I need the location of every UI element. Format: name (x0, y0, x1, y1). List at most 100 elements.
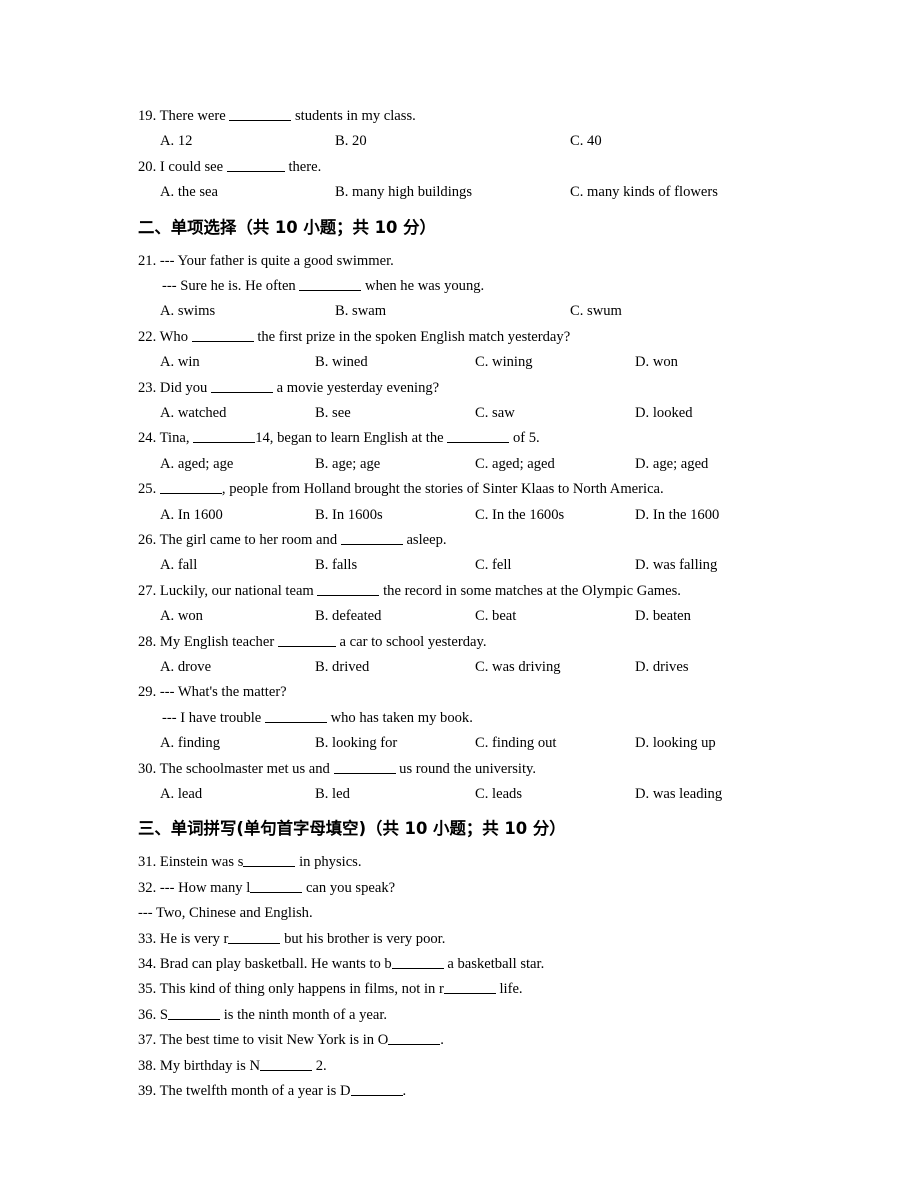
question-37: 37. The best time to visit New York is i… (138, 1028, 758, 1053)
answer-blank[interactable] (250, 879, 303, 893)
option-a[interactable]: A. the sea (160, 180, 218, 205)
option-d[interactable]: D. looking up (635, 731, 716, 756)
answer-blank[interactable] (191, 328, 254, 342)
stem-text-before: I could see (159, 158, 224, 175)
question-36: 36. S is the ninth month of a year. (138, 1003, 758, 1028)
option-b[interactable]: B. age; age (315, 452, 380, 477)
option-d[interactable]: D. was falling (635, 553, 717, 578)
stem-text-after: there. (288, 158, 322, 175)
question-21-line2: --- Sure he is. He often when he was you… (138, 274, 758, 299)
question-24-options: A. aged; age B. age; age C. aged; aged D… (138, 452, 758, 477)
answer-blank-2[interactable] (447, 429, 510, 444)
answer-blank[interactable] (388, 1031, 441, 1046)
answer-blank[interactable] (340, 531, 403, 545)
option-c[interactable]: C. beat (475, 604, 516, 629)
answer-blank[interactable] (333, 760, 396, 774)
option-b[interactable]: B. many high buildings (335, 180, 472, 205)
stem-text-before: Tina, (159, 430, 190, 447)
stem-text-before: S (159, 1006, 169, 1023)
option-c[interactable]: C. swum (570, 299, 622, 324)
stem-text-before: Brad can play basketball. He wants to b (159, 956, 392, 972)
option-b[interactable]: B. led (315, 782, 350, 807)
stem-text-after: . (402, 1083, 407, 1100)
option-d[interactable]: D. beaten (635, 604, 691, 629)
answer-blank[interactable] (260, 1057, 313, 1071)
answer-blank[interactable] (211, 379, 273, 393)
stem-text-before: --- How many l (159, 879, 251, 896)
question-23-stem: 23. Did you a movie yesterday evening? (138, 376, 758, 401)
question-19: 19. There were students in my class. A. … (138, 104, 758, 155)
option-c[interactable]: C. leads (475, 782, 522, 807)
question-19-options: A. 12 B. 20 C. 40 (138, 129, 758, 154)
option-c[interactable]: C. wining (475, 350, 533, 375)
question-22-stem: 22. Who the first prize in the spoken En… (138, 325, 758, 350)
question-23-options: A. watched B. see C. saw D. looked (138, 401, 758, 426)
question-number: 23. (138, 379, 157, 396)
option-b[interactable]: B. drived (315, 655, 369, 680)
option-a[interactable]: A. fall (160, 553, 197, 578)
option-b[interactable]: B. swam (335, 299, 386, 324)
option-a[interactable]: A. lead (160, 782, 202, 807)
answer-blank[interactable] (159, 480, 222, 495)
option-b[interactable]: B. In 1600s (315, 503, 383, 528)
dialogue-line-1: --- What's the matter? (159, 684, 287, 701)
option-a[interactable]: A. watched (160, 401, 226, 426)
option-b[interactable]: B. defeated (315, 604, 381, 629)
answer-blank[interactable] (264, 709, 327, 723)
question-29-line2: --- I have trouble who has taken my book… (138, 706, 758, 731)
answer-blank[interactable] (228, 930, 281, 944)
option-d[interactable]: D. was leading (635, 782, 722, 807)
answer-blank[interactable] (443, 980, 496, 995)
answer-blank[interactable] (317, 582, 380, 596)
option-b[interactable]: B. 20 (335, 129, 367, 154)
question-27-stem: 27. Luckily, our national team the recor… (138, 579, 758, 604)
option-a[interactable]: A. won (160, 604, 203, 629)
stem-text-after: of 5. (512, 430, 540, 447)
option-c[interactable]: C. saw (475, 401, 515, 426)
option-d[interactable]: D. age; aged (635, 452, 708, 477)
option-b[interactable]: B. looking for (315, 731, 397, 756)
option-a[interactable]: A. swims (160, 299, 215, 324)
answer-blank[interactable] (277, 633, 336, 647)
option-d[interactable]: D. won (635, 350, 678, 375)
answer-blank-1[interactable] (193, 429, 256, 444)
option-c[interactable]: C. fell (475, 553, 511, 578)
question-number: 28. (138, 633, 157, 650)
option-a[interactable]: A. 12 (160, 129, 192, 154)
answer-blank[interactable] (168, 1006, 221, 1020)
option-c[interactable]: C. was driving (475, 655, 561, 680)
option-b[interactable]: B. falls (315, 553, 357, 578)
answer-blank[interactable] (391, 955, 444, 969)
stem-text-before: Einstein was s (159, 854, 244, 871)
option-c[interactable]: C. 40 (570, 129, 602, 154)
option-b[interactable]: B. see (315, 401, 351, 426)
answer-blank[interactable] (299, 277, 362, 291)
option-a[interactable]: A. aged; age (160, 452, 233, 477)
option-d[interactable]: D. drives (635, 655, 689, 680)
question-30-stem: 30. The schoolmaster met us and us round… (138, 757, 758, 782)
option-c[interactable]: C. aged; aged (475, 452, 555, 477)
answer-blank[interactable] (226, 158, 285, 172)
option-a[interactable]: A. drove (160, 655, 211, 680)
option-a[interactable]: A. In 1600 (160, 503, 223, 528)
stem-text-after: but his brother is very poor. (284, 930, 446, 947)
stem-text-after: , people from Holland brought the storie… (221, 481, 664, 498)
answer-blank[interactable] (243, 853, 296, 868)
option-c[interactable]: C. In the 1600s (475, 503, 564, 528)
stem-text-before: This kind of thing only happens in films… (159, 981, 444, 998)
option-a[interactable]: A. win (160, 350, 200, 375)
option-c[interactable]: C. finding out (475, 731, 556, 756)
option-c[interactable]: C. many kinds of flowers (570, 180, 718, 205)
option-d[interactable]: D. looked (635, 401, 693, 426)
question-22: 22. Who the first prize in the spoken En… (138, 325, 758, 376)
question-number: 24. (138, 430, 157, 447)
answer-blank[interactable] (350, 1082, 403, 1097)
option-a[interactable]: A. finding (160, 731, 220, 756)
question-number: 30. (138, 760, 157, 777)
question-number: 38. (138, 1057, 157, 1074)
question-30: 30. The schoolmaster met us and us round… (138, 757, 758, 808)
stem-text-before: Did you (159, 379, 208, 396)
option-d[interactable]: D. In the 1600 (635, 503, 719, 528)
option-b[interactable]: B. wined (315, 350, 368, 375)
answer-blank[interactable] (229, 107, 292, 121)
